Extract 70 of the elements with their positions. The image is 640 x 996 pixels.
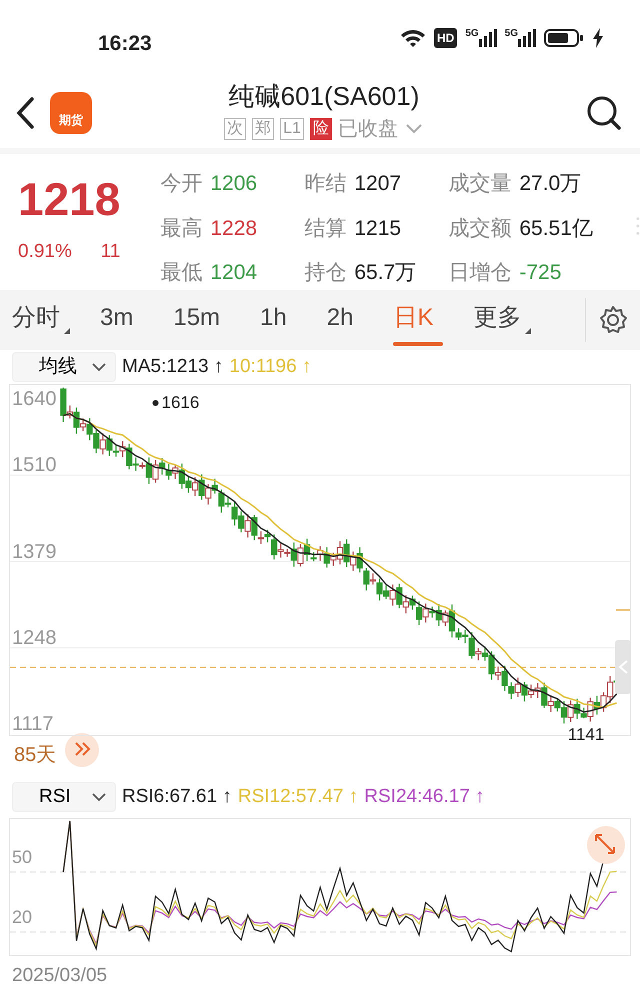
tag: 次	[224, 118, 246, 140]
stat-label: 最低	[160, 261, 202, 284]
axis-label: 20	[12, 908, 32, 926]
tag: 险	[310, 118, 332, 140]
days-label: 85天	[14, 743, 56, 768]
axis-label: 1248	[12, 628, 56, 648]
hd-label: HD	[434, 28, 458, 48]
stat-value: 1215	[354, 216, 402, 240]
period-tab[interactable]: 15m	[173, 294, 230, 346]
signal-icon	[518, 29, 536, 47]
axis-label: 1640	[12, 389, 56, 409]
axis-label: 1510	[12, 455, 56, 476]
legend-value: RSI24:46.17 ↑	[364, 784, 485, 809]
stat-value: 65.7万	[354, 261, 416, 284]
signal-icon	[478, 29, 497, 47]
change-value: 11	[100, 240, 120, 264]
search-button[interactable]	[586, 95, 622, 131]
stat-label: 日增仓	[448, 261, 512, 284]
page-title: 纯碱601(SA601)	[228, 82, 420, 110]
legend-value: RSI6:67.61 ↑	[122, 784, 232, 809]
settings-icon[interactable]	[598, 305, 628, 335]
period-tab[interactable]: 更多	[473, 294, 532, 346]
legend-value: MA5:1213 ↑	[122, 354, 224, 379]
stat-label: 今开	[160, 172, 202, 195]
chevron-down-icon	[91, 792, 107, 802]
stat-label: 成交量	[448, 172, 512, 195]
scroll-handle-icon[interactable]	[615, 640, 631, 694]
network-label: 5G	[465, 29, 479, 39]
charging-icon	[592, 28, 604, 48]
stat-value: 1204	[210, 261, 258, 284]
stat-label: 持仓	[304, 261, 346, 284]
high-marker-icon	[152, 400, 159, 406]
stat-label: 昨结	[304, 172, 346, 195]
date-label: 2025/03/05	[11, 964, 108, 988]
stat-label: 最高	[160, 216, 202, 240]
network-label: 5G	[504, 29, 518, 39]
tag: L1	[280, 118, 304, 140]
period-tab[interactable]: 3m	[100, 294, 144, 346]
period-tab[interactable]: 分时	[12, 294, 70, 346]
price-marker	[616, 609, 630, 611]
period-tab[interactable]: 1h	[260, 294, 297, 346]
stat-value: 1228	[210, 216, 258, 240]
axis-label: 1379	[12, 542, 56, 562]
chevron-down-icon	[91, 362, 107, 372]
battery-icon	[544, 28, 584, 48]
resize-button[interactable]	[586, 825, 626, 865]
wifi-icon	[400, 28, 426, 48]
stat-value: 1206	[210, 172, 258, 195]
stat-value: -725	[519, 261, 562, 284]
legend-value: 10:1196 ↑	[229, 354, 312, 379]
market-status: 已收盘	[338, 117, 398, 142]
stat-value: 65.51亿	[519, 216, 593, 240]
tag: 郑	[252, 118, 274, 140]
back-button[interactable]	[14, 96, 36, 130]
expand-button[interactable]	[64, 732, 100, 768]
change-percent: 0.91%	[18, 240, 72, 264]
indicator-select[interactable]: 均线	[12, 352, 116, 382]
legend-value: RSI12:57.47 ↑	[238, 784, 358, 809]
indicator-select[interactable]: RSI	[12, 782, 116, 812]
last-price: 1218	[18, 176, 120, 222]
axis-label: 1117	[12, 714, 54, 734]
clock: 16:23	[98, 31, 152, 57]
low-price-label: 1141	[568, 726, 604, 744]
stat-value: 27.0万	[519, 172, 582, 195]
period-tab[interactable]: 2h	[326, 294, 364, 346]
stat-value: 1207	[354, 172, 402, 195]
axis-label: 50	[12, 848, 32, 866]
high-price-label: 1616	[162, 394, 200, 411]
stat-label: 结算	[304, 216, 346, 240]
stat-label: 成交额	[448, 216, 512, 240]
